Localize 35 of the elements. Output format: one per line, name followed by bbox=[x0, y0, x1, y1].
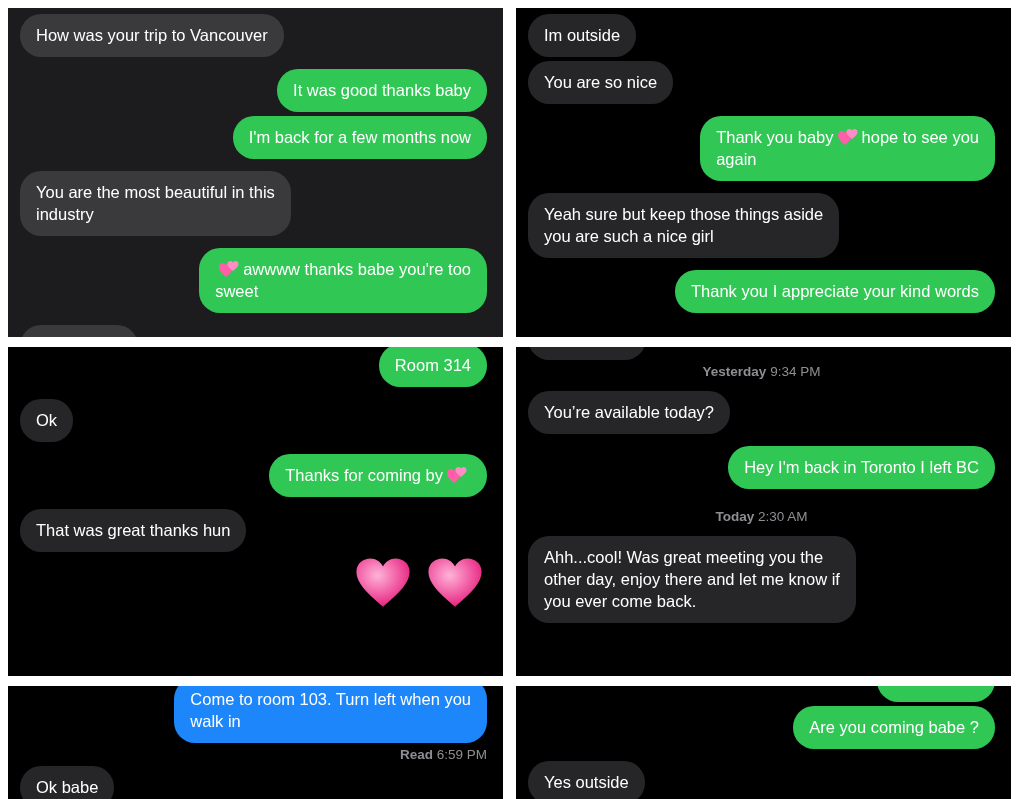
hearts-icon bbox=[446, 465, 468, 485]
read-receipt: Read 6:59 PM bbox=[399, 747, 487, 762]
message-text: Come to room 103. Turn left when you bbox=[190, 689, 471, 710]
message-text: you are such a nice girl bbox=[544, 226, 714, 247]
message-text: You’re available today? bbox=[544, 402, 715, 423]
message-text: Ok babe bbox=[36, 777, 99, 798]
message-text: Room 314 bbox=[394, 355, 471, 376]
message-text: Thanks for coming by bbox=[285, 465, 443, 486]
message-text: awwww thanks babe you're too bbox=[243, 259, 471, 280]
message-text: Ok bbox=[36, 410, 58, 431]
message-text: Hey I'm back in Toronto I left BC bbox=[744, 457, 979, 478]
message-text: Thank you I appreciate your kind words bbox=[691, 281, 979, 302]
hearts-icon bbox=[836, 127, 859, 147]
message-text: Thank you baby bbox=[716, 127, 834, 148]
message-text: sweet bbox=[215, 281, 259, 302]
message-text: That was great thanks hun bbox=[36, 520, 231, 541]
message-text: You are so nice bbox=[544, 72, 658, 93]
message-text: you ever come back. bbox=[544, 591, 697, 612]
message-text: Yeah sure but keep those things aside bbox=[544, 204, 824, 225]
message-text: walk in bbox=[190, 711, 241, 732]
message-text: Yes outside bbox=[544, 772, 629, 793]
timestamp: Today 2:30 AM bbox=[715, 509, 808, 524]
timestamp: Yesterday 9:34 PM bbox=[702, 364, 821, 379]
message-text: hope to see you bbox=[861, 127, 979, 148]
message-text: Ahh...cool! Was great meeting you the bbox=[544, 547, 824, 568]
message-text: industry bbox=[36, 204, 94, 225]
message-text: I'm back for a few months now bbox=[248, 127, 471, 148]
hearts-icon bbox=[218, 259, 241, 279]
message-text: Are you coming babe ? bbox=[809, 717, 979, 738]
message-text: other day, enjoy there and let me know if bbox=[544, 569, 840, 590]
message-text: again bbox=[716, 149, 757, 170]
message-text: How was your trip to Vancouver bbox=[36, 25, 268, 46]
message-text: You are the most beautiful in this bbox=[36, 182, 275, 203]
message-text: It was good thanks baby bbox=[293, 80, 471, 101]
message-text: Im outside bbox=[544, 25, 621, 46]
